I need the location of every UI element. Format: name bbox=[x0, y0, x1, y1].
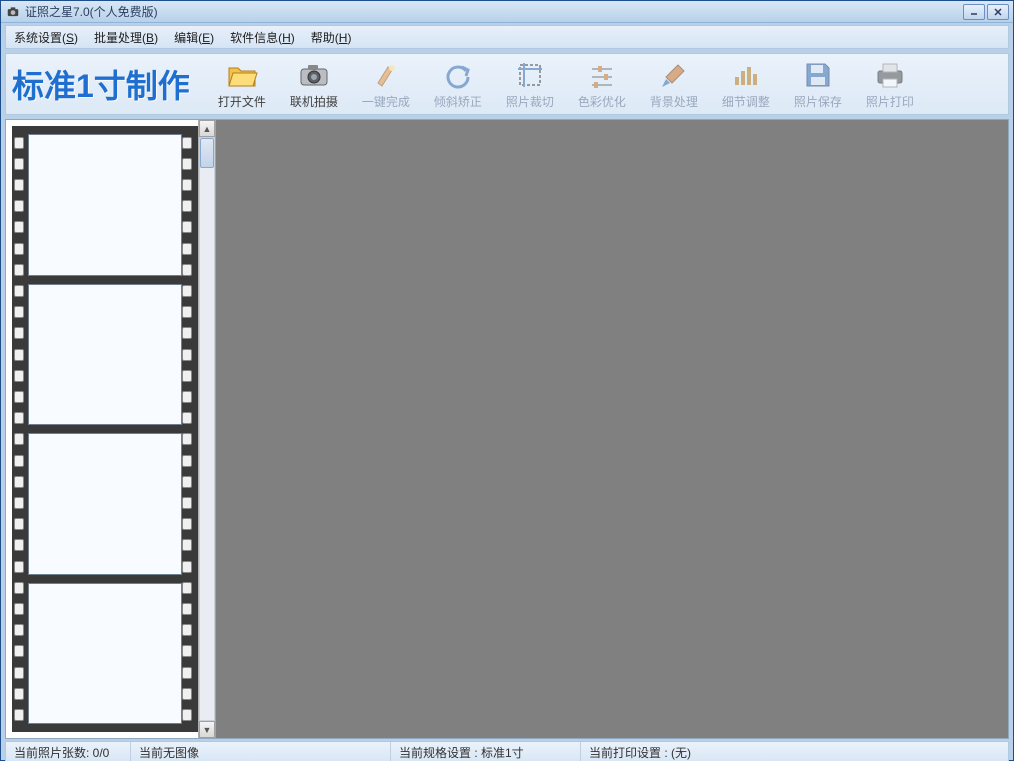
brush-icon bbox=[658, 59, 690, 91]
scroll-down-icon[interactable]: ▼ bbox=[199, 721, 215, 738]
status-photo-count: 当前照片张数: 0/0 bbox=[6, 742, 131, 761]
rotate-icon bbox=[442, 59, 474, 91]
status-image-state: 当前无图像 bbox=[131, 742, 391, 761]
toolbar-buttons: 打开文件 联机拍摄 一键完成 倾斜矫正 照片裁切 bbox=[218, 59, 914, 110]
one-click-label: 一键完成 bbox=[362, 93, 410, 110]
color-opt-label: 色彩优化 bbox=[578, 93, 626, 110]
scroll-thumb[interactable] bbox=[200, 138, 214, 168]
one-click-button[interactable]: 一键完成 bbox=[362, 59, 410, 110]
toolbar: 标准1寸制作 打开文件 联机拍摄 一键完成 倾斜矫正 bbox=[5, 53, 1009, 115]
toolbar-title: 标准1寸制作 bbox=[12, 61, 190, 107]
menubar: 系统设置(S) 批量处理(B) 编辑(E) 软件信息(H) 帮助(H) bbox=[5, 25, 1009, 49]
menu-edit[interactable]: 编辑(E) bbox=[166, 26, 222, 49]
scroll-track[interactable] bbox=[199, 137, 215, 721]
status-print: 当前打印设置 : (无) bbox=[581, 742, 1008, 761]
save-label: 照片保存 bbox=[794, 93, 842, 110]
detail-adj-label: 细节调整 bbox=[722, 93, 770, 110]
print-button[interactable]: 照片打印 bbox=[866, 59, 914, 110]
save-button[interactable]: 照片保存 bbox=[794, 59, 842, 110]
open-file-button[interactable]: 打开文件 bbox=[218, 59, 266, 110]
sliders-icon bbox=[586, 59, 618, 91]
app-icon bbox=[5, 4, 21, 20]
minimize-button[interactable] bbox=[963, 4, 985, 20]
crop-button[interactable]: 照片裁切 bbox=[506, 59, 554, 110]
window-title: 证照之星7.0(个人免费版) bbox=[25, 3, 963, 20]
close-button[interactable] bbox=[987, 4, 1009, 20]
printer-icon bbox=[874, 59, 906, 91]
statusbar: 当前照片张数: 0/0 当前无图像 当前规格设置 : 标准1寸 当前打印设置 :… bbox=[5, 741, 1009, 761]
status-spec: 当前规格设置 : 标准1寸 bbox=[391, 742, 581, 761]
filmstrip bbox=[12, 126, 198, 732]
filmstrip-scrollbar[interactable]: ▲ ▼ bbox=[198, 120, 215, 738]
menu-system[interactable]: 系统设置(S) bbox=[6, 26, 86, 49]
menu-help[interactable]: 帮助(H) bbox=[303, 26, 360, 49]
scroll-up-icon[interactable]: ▲ bbox=[199, 120, 215, 137]
tilt-correct-button[interactable]: 倾斜矫正 bbox=[434, 59, 482, 110]
filmstrip-panel: ▲ ▼ bbox=[6, 120, 216, 738]
print-label: 照片打印 bbox=[866, 93, 914, 110]
tilt-correct-label: 倾斜矫正 bbox=[434, 93, 482, 110]
open-file-label: 打开文件 bbox=[218, 93, 266, 110]
camera-icon bbox=[298, 59, 330, 91]
film-frame[interactable] bbox=[28, 433, 182, 575]
film-holes-left bbox=[14, 126, 28, 732]
menu-softinfo[interactable]: 软件信息(H) bbox=[222, 26, 303, 49]
crop-label: 照片裁切 bbox=[506, 93, 554, 110]
titlebar: 证照之星7.0(个人免费版) bbox=[1, 1, 1013, 23]
film-holes-right bbox=[182, 126, 196, 732]
levels-icon bbox=[730, 59, 762, 91]
film-frame[interactable] bbox=[28, 284, 182, 426]
bg-process-button[interactable]: 背景处理 bbox=[650, 59, 698, 110]
main-area: ▲ ▼ bbox=[5, 119, 1009, 739]
camera-shoot-label: 联机拍摄 bbox=[290, 93, 338, 110]
bg-process-label: 背景处理 bbox=[650, 93, 698, 110]
image-canvas bbox=[216, 120, 1008, 738]
color-opt-button[interactable]: 色彩优化 bbox=[578, 59, 626, 110]
detail-adj-button[interactable]: 细节调整 bbox=[722, 59, 770, 110]
menu-batch[interactable]: 批量处理(B) bbox=[86, 26, 166, 49]
crop-icon bbox=[514, 59, 546, 91]
window-buttons bbox=[963, 4, 1009, 20]
film-frame[interactable] bbox=[28, 583, 182, 725]
floppy-icon bbox=[802, 59, 834, 91]
camera-shoot-button[interactable]: 联机拍摄 bbox=[290, 59, 338, 110]
folder-icon bbox=[226, 59, 258, 91]
film-frame[interactable] bbox=[28, 134, 182, 276]
wand-icon bbox=[370, 59, 402, 91]
